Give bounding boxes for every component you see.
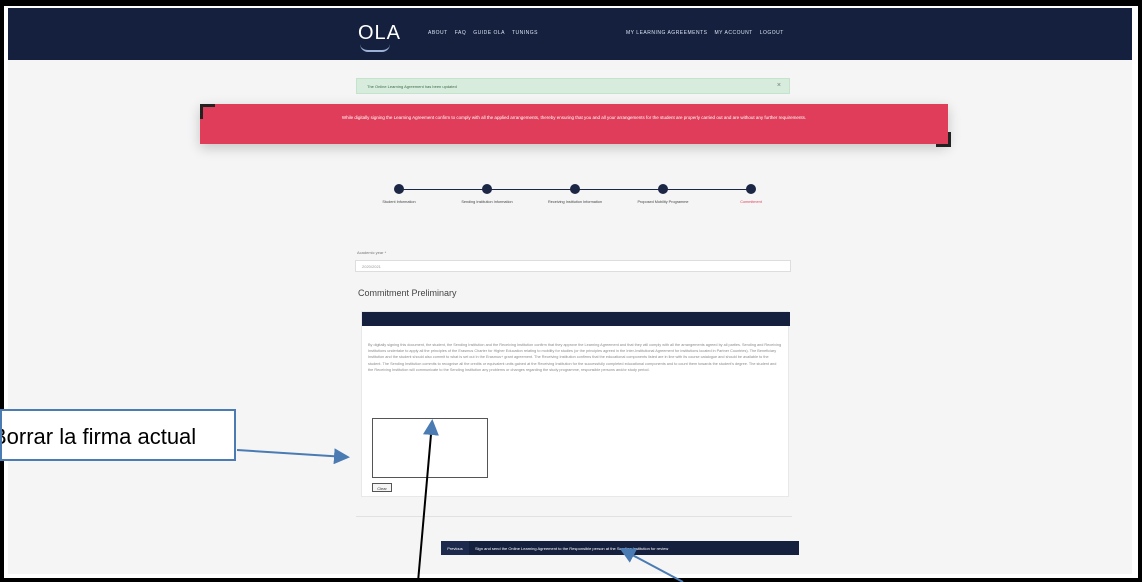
nav-link-my-learning-agreements[interactable]: MY LEARNING AGREEMENTS (626, 30, 707, 36)
callout-text: Borrar la firma actual (0, 424, 197, 449)
close-icon[interactable]: × (777, 82, 781, 89)
step-label: Student Information (382, 200, 416, 204)
step-dot-icon (570, 184, 580, 194)
top-navbar: OLA ABOUT FAQ GUIDE OLA TUNINGS MY LEARN… (8, 8, 1132, 60)
sign-and-send-button[interactable]: Sign and send the Online Learning Agreem… (469, 541, 799, 555)
commitment-text: By digitally signing this document, the … (368, 343, 782, 372)
step-label: Proposed Mobility Programme (637, 200, 689, 204)
academic-year-field[interactable]: 2020/2021 (355, 260, 791, 272)
success-alert-text: The Online Learning Agreement has been u… (367, 84, 457, 89)
commitment-card: By digitally signing this document, the … (361, 311, 790, 497)
nav-link-faq[interactable]: FAQ (455, 30, 467, 36)
progress-stepper: Student Information Sending Institution … (364, 176, 764, 216)
banner-corner-mark (200, 104, 215, 119)
section-title: Commitment Preliminary (358, 288, 457, 298)
divider (356, 516, 792, 517)
step-dot-icon (394, 184, 404, 194)
clear-signature-button[interactable]: Clear (372, 483, 392, 492)
success-alert: The Online Learning Agreement has been u… (356, 78, 790, 94)
step-receiving-institution[interactable]: Receiving Institution Information (540, 184, 610, 205)
banner-corner-mark (936, 132, 951, 147)
ola-logo[interactable]: OLA (358, 22, 401, 45)
nav-link-guide[interactable]: GUIDE OLA (473, 30, 505, 36)
step-label: Receiving Institution Information (547, 200, 603, 204)
signature-pad[interactable] (372, 418, 488, 478)
step-commitment[interactable]: Commitment (716, 184, 786, 205)
form-actions: Previous Sign and send the Online Learni… (441, 541, 799, 555)
nav-link-tunings[interactable]: TUNINGS (512, 30, 538, 36)
nav-links-left: ABOUT FAQ GUIDE OLA TUNINGS (428, 30, 538, 36)
step-label-active: Commitment (740, 200, 762, 204)
nav-link-logout[interactable]: LOGOUT (760, 30, 784, 36)
logo-swoosh-icon (360, 44, 390, 52)
warning-banner: While digitally signing the Learning Agr… (200, 104, 948, 144)
step-dot-icon (658, 184, 668, 194)
step-dot-icon (482, 184, 492, 194)
browser-viewport: OLA ABOUT FAQ GUIDE OLA TUNINGS MY LEARN… (8, 8, 1132, 574)
card-header (362, 312, 790, 326)
step-student-information[interactable]: Student Information (364, 184, 434, 205)
step-dot-icon (746, 184, 756, 194)
step-label: Sending Institution Information (461, 200, 513, 204)
step-proposed-mobility-programme[interactable]: Proposed Mobility Programme (628, 184, 698, 205)
step-sending-institution[interactable]: Sending Institution Information (452, 184, 522, 205)
previous-button[interactable]: Previous (441, 541, 469, 555)
nav-link-my-account[interactable]: MY ACCOUNT (714, 30, 752, 36)
warning-banner-text: While digitally signing the Learning Agr… (341, 115, 807, 120)
academic-year-label: Academic year * (357, 250, 387, 255)
annotation-callout: Borrar la firma actual (0, 409, 236, 461)
nav-link-about[interactable]: ABOUT (428, 30, 448, 36)
nav-links-right: MY LEARNING AGREEMENTS MY ACCOUNT LOGOUT (626, 30, 784, 36)
